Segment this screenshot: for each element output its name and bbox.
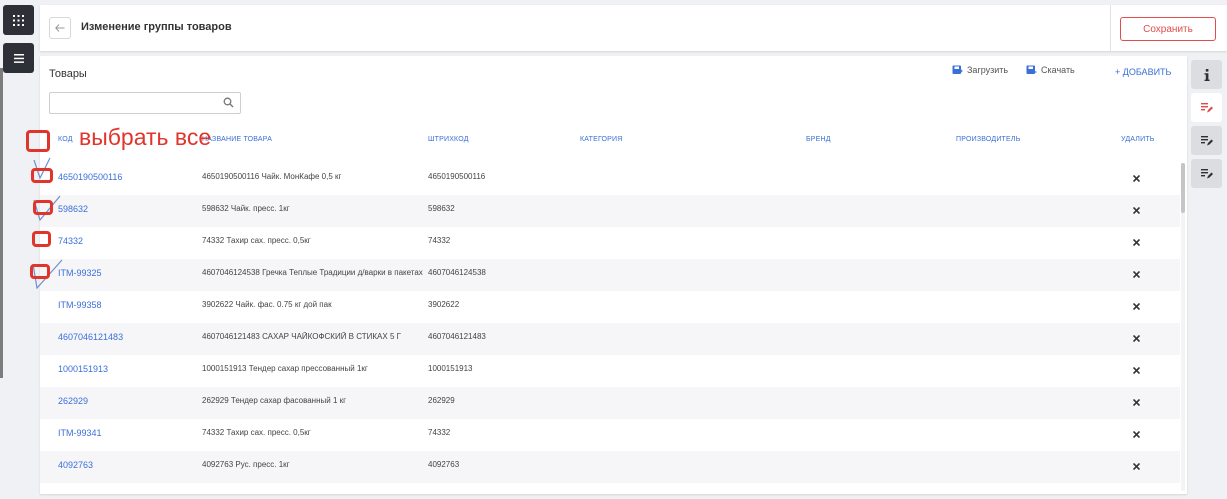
- product-name: 4650190500116 Чайк. МонКафе 0,5 кг: [202, 172, 342, 181]
- product-name: 4607046121483 САХАР ЧАЙКОФСКИЙ В СТИКАХ …: [202, 332, 401, 341]
- table-row: 4092763 4092763 Рус. пресс. 1кг 4092763: [40, 451, 1180, 483]
- column-header-delete: УДАЛИТЬ: [1121, 136, 1155, 143]
- product-code-link[interactable]: 1000151913: [58, 364, 108, 374]
- arrow-left-icon: [55, 24, 65, 32]
- column-header-name[interactable]: НАЗВАНИЕ ТОВАРА: [202, 136, 272, 143]
- list-edit-icon: [1200, 135, 1213, 145]
- upload-button[interactable]: Загрузить: [952, 65, 1008, 75]
- add-button[interactable]: + ДОБАВИТЬ: [1115, 67, 1171, 77]
- column-header-brand[interactable]: БРЕНД: [806, 136, 831, 143]
- upload-icon: [952, 65, 963, 74]
- menu-button[interactable]: [3, 43, 34, 73]
- product-code-link[interactable]: 4607046121483: [58, 332, 123, 342]
- annotation-select-all-label: выбрать все: [79, 124, 212, 150]
- products-table: 4650190500116 4650190500116 Чайк. МонКаф…: [40, 163, 1180, 483]
- product-name: 598632 Чайк. пресс. 1кг: [202, 204, 290, 213]
- list-edit-button[interactable]: [1191, 126, 1222, 155]
- delete-icon[interactable]: [1133, 463, 1140, 470]
- table-scrollbar-thumb[interactable]: [1181, 163, 1185, 213]
- menu-icon: [13, 53, 24, 63]
- upload-label: Загрузить: [967, 65, 1009, 75]
- delete-icon[interactable]: [1133, 399, 1140, 406]
- list-edit-2-icon: [1200, 168, 1213, 178]
- page-title: Изменение группы товаров: [81, 21, 232, 33]
- product-barcode: 1000151913: [428, 364, 473, 373]
- annotation-row-checkbox: [31, 168, 53, 183]
- product-barcode: 4607046124538: [428, 268, 486, 277]
- product-code-link[interactable]: 262929: [58, 396, 88, 406]
- products-panel: Товары Загрузить Скачать + ДОБАВИТЬ КОД …: [40, 56, 1187, 494]
- annotation-select-all-box: [26, 130, 50, 152]
- edit-list-icon: [1200, 102, 1213, 112]
- product-name: 4607046124538 Гречка Теплые Традиции д/в…: [202, 268, 423, 277]
- delete-icon[interactable]: [1133, 431, 1140, 438]
- table-row: 598632 598632 Чайк. пресс. 1кг 598632: [40, 195, 1180, 227]
- product-barcode: 4092763: [428, 460, 460, 469]
- back-button[interactable]: [49, 17, 71, 39]
- column-header-manufacturer[interactable]: ПРОИЗВОДИТЕЛЬ: [956, 136, 1020, 143]
- product-name: 4092763 Рус. пресс. 1кг: [202, 460, 290, 469]
- product-code-link[interactable]: ITM-99341: [58, 428, 102, 438]
- product-name: 74332 Тахир сах. пресс. 0,5кг: [202, 428, 311, 437]
- delete-icon[interactable]: [1133, 207, 1140, 214]
- download-button[interactable]: Скачать: [1026, 65, 1075, 75]
- product-barcode: 74332: [428, 236, 451, 245]
- annotation-row-checkbox: [33, 200, 53, 215]
- table-row: 262929 262929 Тендер сахар фасованный 1 …: [40, 387, 1180, 419]
- table-row: 74332 74332 Тахир сах. пресс. 0,5кг 7433…: [40, 227, 1180, 259]
- column-header-category[interactable]: КАТЕГОРИЯ: [580, 136, 623, 143]
- column-header-barcode[interactable]: ШТРИХКОД: [428, 136, 469, 143]
- product-name: 1000151913 Тендер сахар прессованный 1кг: [202, 364, 368, 373]
- annotation-row-checkbox: [32, 231, 51, 247]
- header-divider: [1110, 5, 1111, 51]
- product-name: 3902622 Чайк. фас. 0.75 кг дой пак: [202, 300, 332, 309]
- annotation-row-checkbox: [30, 264, 50, 279]
- product-name: 74332 Тахир сах. пресс. 0,5кг: [202, 236, 311, 245]
- product-code-link[interactable]: 4092763: [58, 460, 93, 470]
- page-header: Изменение группы товаров Сохранить: [40, 5, 1227, 51]
- table-row: ITM-99358 3902622 Чайк. фас. 0.75 кг дой…: [40, 291, 1180, 323]
- product-barcode: 4607046121483: [428, 332, 486, 341]
- search-input[interactable]: [50, 93, 210, 114]
- table-row: 4607046121483 4607046121483 САХАР ЧАЙКОФ…: [40, 323, 1180, 355]
- search-icon[interactable]: [223, 97, 234, 108]
- save-button[interactable]: Сохранить: [1120, 17, 1216, 41]
- download-icon: [1026, 65, 1037, 74]
- delete-icon[interactable]: [1133, 367, 1140, 374]
- table-row: ITM-99325 4607046124538 Гречка Теплые Тр…: [40, 259, 1180, 291]
- info-icon: [1204, 68, 1210, 81]
- product-barcode: 74332: [428, 428, 451, 437]
- delete-icon[interactable]: [1133, 335, 1140, 342]
- product-barcode: 3902622: [428, 300, 460, 309]
- apps-grid-button[interactable]: [3, 5, 34, 35]
- apps-grid-icon: [13, 14, 24, 26]
- list-edit-2-button[interactable]: [1191, 159, 1222, 188]
- product-barcode: 598632: [428, 204, 455, 213]
- table-row: 1000151913 1000151913 Тендер сахар пресс…: [40, 355, 1180, 387]
- delete-icon[interactable]: [1133, 175, 1140, 182]
- product-barcode: 4650190500116: [428, 172, 486, 181]
- table-row: 4650190500116 4650190500116 Чайк. МонКаф…: [40, 163, 1180, 195]
- edit-list-button[interactable]: [1191, 93, 1222, 122]
- product-name: 262929 Тендер сахар фасованный 1 кг: [202, 396, 347, 405]
- delete-icon[interactable]: [1133, 271, 1140, 278]
- panel-title: Товары: [49, 68, 87, 80]
- table-row: ITM-99341 74332 Тахир сах. пресс. 0,5кг …: [40, 419, 1180, 451]
- info-button[interactable]: [1191, 60, 1222, 89]
- download-label: Скачать: [1041, 65, 1075, 75]
- column-header-code[interactable]: КОД: [58, 136, 73, 143]
- rail-divider: [0, 68, 3, 378]
- search-box: [49, 92, 241, 114]
- delete-icon[interactable]: [1133, 239, 1140, 246]
- product-barcode: 262929: [428, 396, 455, 405]
- delete-icon[interactable]: [1133, 303, 1140, 310]
